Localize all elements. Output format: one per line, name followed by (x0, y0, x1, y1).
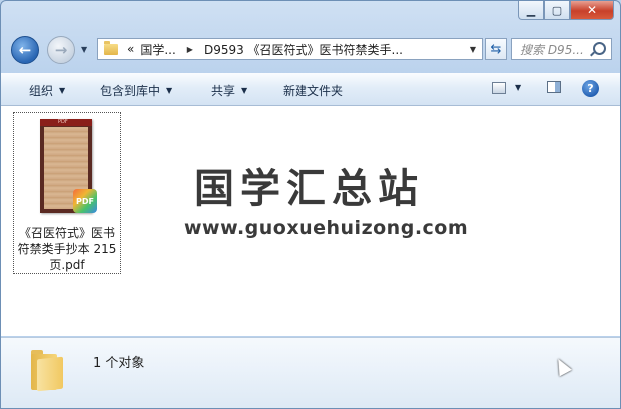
breadcrumb-overflow[interactable]: « (124, 42, 137, 56)
help-icon[interactable]: ? (582, 80, 599, 97)
search-placeholder: 搜索 D95... (520, 42, 584, 57)
folder-icon (104, 40, 118, 55)
search-icon[interactable] (593, 42, 606, 55)
chevron-down-icon: ▼ (241, 86, 248, 95)
thumbnail-tag: PDF (58, 119, 68, 125)
arrow-right-icon: → (54, 41, 68, 59)
include-in-library-label: 包含到库中 (100, 84, 161, 98)
organize-label: 组织 (29, 84, 54, 98)
refresh-icon: ⇆ (490, 41, 502, 57)
file-item-pdf[interactable]: PDF PDF 《召医符式》医书符禁类手抄本 215页.pdf (13, 112, 121, 274)
recent-pages-dropdown[interactable]: ▼ (81, 45, 87, 54)
new-folder-button[interactable]: 新建文件夹 (283, 82, 343, 99)
navigation-bar: ← → ▼ « 国学... ▶ D9593 《召医符式》医书符禁类手... ▼ … (9, 33, 612, 65)
share-label: 共享 (211, 84, 236, 98)
watermark-url: www.guoxuehuizong.com (184, 217, 469, 239)
breadcrumb-item-root[interactable]: 国学... (137, 41, 178, 58)
back-button[interactable]: ← (11, 36, 39, 64)
folder-icon (29, 350, 63, 392)
change-view-icon[interactable] (492, 82, 506, 94)
breadcrumb-chevron-icon[interactable]: ▶ (179, 45, 201, 54)
chevron-down-icon: ▼ (166, 86, 173, 95)
file-list-area[interactable]: PDF PDF 《召医符式》医书符禁类手抄本 215页.pdf 国学汇总站 ww… (1, 106, 620, 336)
forward-button[interactable]: → (47, 36, 75, 64)
watermark-title: 国学汇总站 (194, 166, 424, 212)
new-folder-label: 新建文件夹 (283, 84, 344, 98)
caption-buttons: ▁ ▢ ✕ (518, 1, 614, 20)
arrow-left-icon: ← (18, 41, 32, 59)
breadcrumb-item-current[interactable]: D9593 《召医符式》医书符禁类手... (201, 41, 406, 58)
refresh-button[interactable]: ⇆ (485, 38, 507, 60)
include-in-library-button[interactable]: 包含到库中 ▼ (100, 82, 172, 99)
view-options-dropdown-icon[interactable]: ▼ (515, 83, 521, 92)
mouse-cursor-icon (552, 355, 572, 377)
explorer-window: ▁ ▢ ✕ ← → ▼ « 国学... ▶ D9593 《召医符式》医书符禁类手… (0, 0, 621, 409)
details-pane: 1 个对象 (1, 337, 620, 408)
chevron-down-icon: ▼ (59, 86, 66, 95)
pdf-app-icon: PDF (73, 189, 97, 213)
close-button[interactable]: ✕ (570, 1, 614, 20)
share-button[interactable]: 共享 ▼ (211, 82, 247, 99)
maximize-button[interactable]: ▢ (544, 1, 570, 20)
address-dropdown-icon[interactable]: ▼ (470, 45, 476, 54)
search-input[interactable]: 搜索 D95... (511, 38, 612, 60)
item-count: 1 个对象 (93, 356, 145, 371)
preview-pane-icon[interactable] (547, 81, 561, 93)
address-bar[interactable]: « 国学... ▶ D9593 《召医符式》医书符禁类手... ▼ (97, 38, 483, 60)
organize-button[interactable]: 组织 ▼ (29, 82, 65, 99)
command-bar: 组织 ▼ 包含到库中 ▼ 共享 ▼ 新建文件夹 ▼ ? (1, 73, 620, 106)
file-name[interactable]: 《召医符式》医书符禁类手抄本 215页.pdf (14, 225, 120, 273)
minimize-button[interactable]: ▁ (518, 1, 544, 20)
